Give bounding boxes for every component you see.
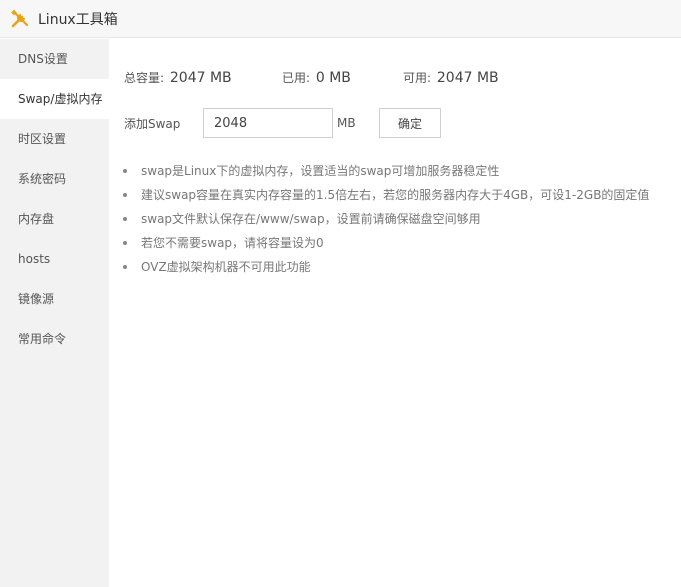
tip-text: 若您不需要swap，请将容量设为0 [141,236,324,250]
bullet-icon [123,193,127,197]
tip-text: 建议swap容量在真实内存容量的1.5倍左右，若您的服务器内存大于4GB，可设1… [141,188,650,202]
title-bar: Linux工具箱 [0,0,681,38]
sidebar-item-swap[interactable]: Swap/虚拟内存 [0,79,109,119]
tools-icon [10,9,30,29]
add-swap-row: 添加Swap MB 确定 [124,108,441,138]
app-title: Linux工具箱 [38,11,118,28]
list-item: OVZ虚拟架构机器不可用此功能 [123,255,649,279]
tip-text: swap是Linux下的虚拟内存，设置适当的swap可增加服务器稳定性 [141,164,500,178]
tips-list: swap是Linux下的虚拟内存，设置适当的swap可增加服务器稳定性 建议sw… [123,159,649,279]
list-item: 若您不需要swap，请将容量设为0 [123,231,649,255]
sidebar-item-dns[interactable]: DNS设置 [0,39,109,79]
used-value: 0 MB [315,70,351,86]
total-stat: 总容量: 2047 MB [124,69,232,86]
sidebar-item-mirror[interactable]: 镜像源 [0,279,109,319]
total-value: 2047 MB [169,70,232,86]
list-item: swap文件默认保存在/www/swap，设置前请确保磁盘空间够用 [123,207,649,231]
bullet-icon [123,217,127,221]
tip-text: OVZ虚拟架构机器不可用此功能 [141,260,311,274]
free-label: 可用: [403,71,432,85]
free-value: 2047 MB [436,70,499,86]
bullet-icon [123,265,127,269]
swap-unit: MB [337,116,356,130]
confirm-button[interactable]: 确定 [379,108,441,138]
used-stat: 已用: 0 MB [282,69,351,86]
sidebar-item-timezone[interactable]: 时区设置 [0,119,109,159]
tip-text: swap文件默认保存在/www/swap，设置前请确保磁盘空间够用 [141,212,481,226]
total-label: 总容量: [124,71,165,85]
sidebar-item-ramdisk[interactable]: 内存盘 [0,199,109,239]
sidebar-item-commands[interactable]: 常用命令 [0,319,109,359]
free-stat: 可用: 2047 MB [403,69,499,86]
bullet-icon [123,169,127,173]
sidebar-item-hosts[interactable]: hosts [0,239,109,279]
list-item: 建议swap容量在真实内存容量的1.5倍左右，若您的服务器内存大于4GB，可设1… [123,183,649,207]
swap-panel: 总容量: 2047 MB 已用: 0 MB 可用: 2047 MB 添加Swap… [109,39,681,587]
list-item: swap是Linux下的虚拟内存，设置适当的swap可增加服务器稳定性 [123,159,649,183]
used-label: 已用: [282,71,311,85]
sidebar: DNS设置 Swap/虚拟内存 时区设置 系统密码 内存盘 hosts 镜像源 … [0,39,109,587]
add-swap-label: 添加Swap [124,116,181,131]
sidebar-item-password[interactable]: 系统密码 [0,159,109,199]
bullet-icon [123,241,127,245]
swap-size-input[interactable] [203,108,333,138]
